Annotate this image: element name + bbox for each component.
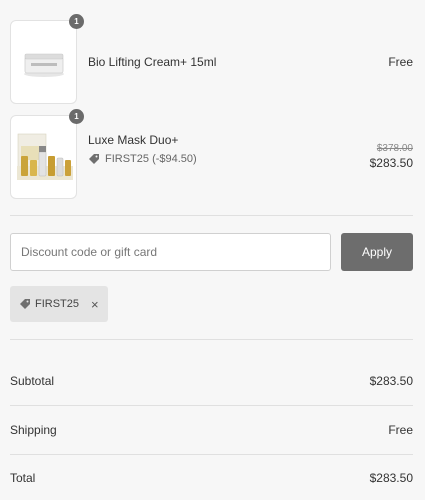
product-thumbnail: 1	[10, 109, 84, 199]
price-value: $283.50	[369, 156, 413, 170]
product-name: Bio Lifting Cream+ 15ml	[88, 55, 217, 69]
line-item: 1 Luxe Mask Duo+ FIRST25 (-$94.50) $378.…	[10, 109, 413, 199]
total-value: $283.50	[369, 471, 413, 485]
apply-button[interactable]: Apply	[341, 233, 413, 271]
product-name: Luxe Mask Duo+	[88, 133, 179, 147]
applied-discount-chip: FIRST25 ×	[10, 286, 108, 322]
divider	[10, 454, 413, 455]
subtotal-value: $283.50	[369, 374, 413, 388]
tag-icon	[20, 299, 30, 309]
tag-icon	[89, 154, 99, 164]
total-row: Total $283.50	[10, 471, 413, 485]
line-item: 1 Bio Lifting Cream+ 15ml Free	[10, 14, 413, 104]
quantity-badge: 1	[69, 109, 84, 124]
subtotal-row: Subtotal $283.50	[10, 374, 413, 388]
quantity-badge: 1	[69, 14, 84, 29]
close-icon[interactable]: ×	[91, 298, 99, 311]
price-value: Free	[388, 55, 413, 69]
mask-kit-icon	[17, 133, 73, 180]
product-thumbnail: 1	[10, 14, 84, 104]
applied-code: FIRST25	[35, 298, 80, 310]
line-discount: FIRST25 (-$94.50)	[88, 153, 197, 165]
subtotal-label: Subtotal	[10, 374, 55, 388]
original-price: $378.00	[376, 143, 413, 154]
shipping-value: Free	[388, 423, 413, 437]
discount-code-input[interactable]	[10, 233, 331, 271]
line-price: $378.00 $283.50	[370, 143, 413, 170]
divider	[10, 339, 413, 340]
discount-label: FIRST25 (-$94.50)	[105, 153, 197, 165]
line-price: Free	[388, 55, 413, 69]
shipping-row: Shipping Free	[10, 423, 413, 437]
divider	[10, 405, 413, 406]
total-label: Total	[10, 471, 36, 485]
divider	[10, 215, 413, 216]
shipping-label: Shipping	[10, 423, 57, 437]
cream-jar-icon	[24, 53, 64, 77]
